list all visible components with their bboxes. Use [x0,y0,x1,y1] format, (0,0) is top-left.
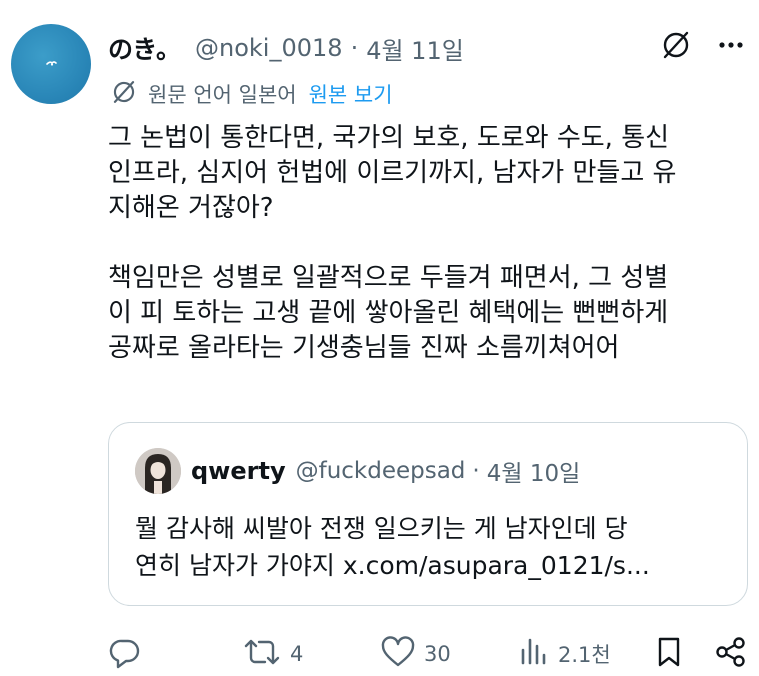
retweet-count: 4 [290,642,304,666]
show-original-link[interactable]: 원본 보기 [309,79,393,109]
tweet-action-bar: 4 30 2.1천 [108,632,748,676]
bookmark-icon [654,635,684,673]
views-button[interactable]: 2.1천 [518,632,611,676]
quoted-text-line: 연히 남자가 가야지 x.com/asupara_0121/s... [135,547,735,584]
quoted-author-handle: @fuckdeepsad [295,458,466,484]
paragraph-break [108,226,748,261]
share-icon [714,635,748,673]
translation-notice: 원문 언어 일본어 원본 보기 [110,77,393,111]
translate-icon [110,78,138,110]
reply-icon [108,635,142,673]
more-icon[interactable] [717,31,745,59]
retweet-button[interactable]: 4 [242,632,303,676]
tweet-text-line: 책임만은 성별로 일괄적으로 두들겨 패면서, 그 성별 [108,263,669,293]
separator-dot: · [472,458,480,484]
tweet-text-line: 인프라, 심지어 헌법에 이르기까지, 남자가 만들고 유 [108,158,677,188]
quoted-tweet[interactable]: qwerty @fuckdeepsad · 4월 10일 뭘 감사해 씨발아 전… [108,422,748,606]
quoted-text-line: 뭘 감사해 씨발아 전쟁 일으키는 게 남자인데 당 [135,514,628,543]
author-name[interactable]: のき。 [108,30,181,66]
share-button[interactable] [714,632,748,676]
like-icon [380,635,416,673]
tweet-text-line: 이 피 토하는 고생 끝에 쌓아올린 혜택에는 뻔뻔하게 [108,298,669,328]
tweet-header: のき。 @noki_0018 · 4월 11일 [108,26,464,70]
quoted-author-name: qwerty [191,457,286,485]
tweet-text-line: 공짜로 올라타는 기생충님들 진짜 소름끼쳐어어 [108,333,620,363]
tweet-text-line: 지해온 거잖아? [108,193,274,223]
quoted-author-avatar [135,448,181,494]
quoted-tweet-date: 4월 10일 [486,461,581,487]
reply-button[interactable] [108,632,150,676]
like-count: 30 [424,642,451,666]
tweet-date[interactable]: 4월 11일 [366,31,464,66]
tweet-text-line: 그 논법이 통한다면, 국가의 보호, 도로와 수도, 통신 [108,123,670,153]
views-count: 2.1천 [558,643,611,667]
header-actions [659,28,745,62]
quoted-tweet-text: 뭘 감사해 씨발아 전쟁 일으키는 게 남자인데 당 연히 남자가 가야지 x.… [135,510,735,584]
tweet-text: 그 논법이 통한다면, 국가의 보호, 도로와 수도, 통신 인프라, 심지어 … [108,121,748,366]
author-avatar[interactable] [11,24,91,104]
like-button[interactable]: 30 [380,632,451,676]
author-handle[interactable]: @noki_0018 [195,34,343,62]
seagull-image [46,61,57,66]
quoted-tweet-header: qwerty @fuckdeepsad · 4월 10일 [191,453,580,489]
quoted-text-fragment: 연히 남자가 가야지 [135,551,343,580]
quoted-url-link[interactable]: x.com/asupara_0121/s... [343,551,650,580]
separator-dot: · [350,34,359,62]
retweet-icon [242,635,282,673]
source-language-label: 원문 언어 일본어 [148,83,297,107]
bookmark-button[interactable] [654,632,684,676]
translate-icon[interactable] [659,28,693,62]
views-icon [518,635,550,673]
